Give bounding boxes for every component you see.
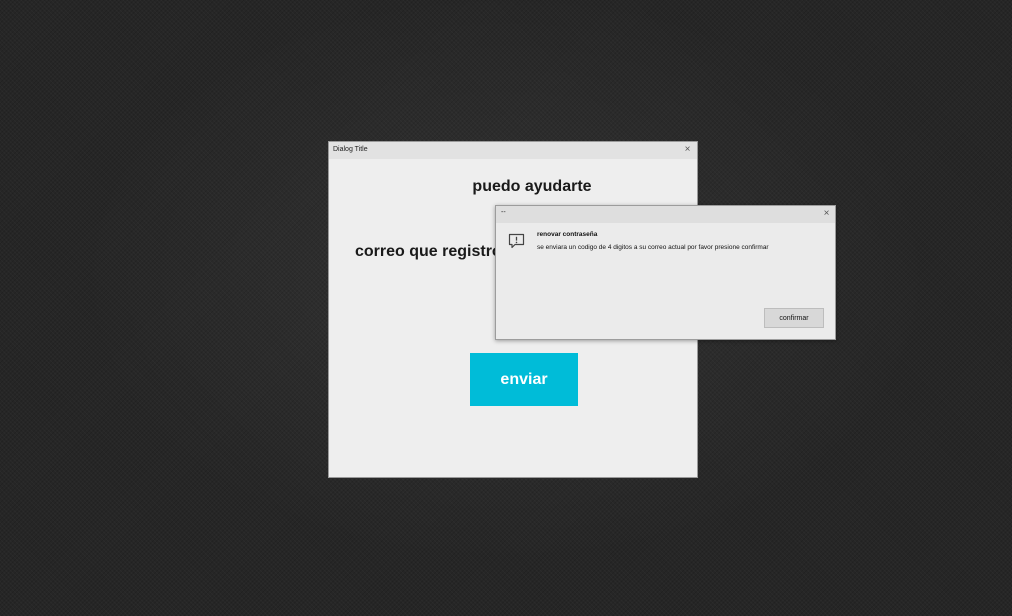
message-box-titlebar[interactable]: -- × [496, 206, 835, 223]
main-dialog-title: Dialog Title [333, 146, 368, 153]
message-body: se enviara un codigo de 4 digitos a su c… [537, 244, 769, 251]
email-label: correo que registro [355, 243, 502, 260]
confirm-button[interactable]: confirmar [764, 308, 824, 328]
comment-alert-icon [507, 232, 526, 251]
send-button[interactable]: enviar [470, 353, 578, 406]
message-box-title: -- [501, 209, 506, 216]
main-dialog-close-icon[interactable]: × [683, 145, 692, 155]
message-box-close-icon[interactable]: × [822, 209, 831, 219]
message-heading: renovar contraseña [537, 231, 598, 238]
desktop-background: { "main_dialog": { "title": "Dialog Titl… [0, 0, 1012, 616]
page-heading: puedo ayudarte [472, 178, 592, 195]
message-box: -- × renovar contraseña se enviara un co… [495, 205, 836, 340]
main-dialog-titlebar[interactable]: Dialog Title × [329, 142, 697, 159]
